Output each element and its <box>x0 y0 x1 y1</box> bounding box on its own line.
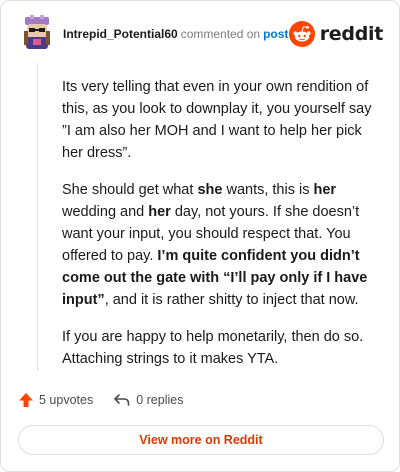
reply-count: 0 replies <box>136 393 184 407</box>
reply-arrow-icon <box>114 394 130 406</box>
comment-paragraph-2: She should get what she wants, this is h… <box>62 179 372 311</box>
post-link[interactable]: post <box>263 27 288 41</box>
reddit-alien-icon <box>288 21 315 47</box>
upvote-button[interactable]: 5 upvotes <box>18 392 93 408</box>
comment-paragraph-1: Its very telling that even in your own r… <box>62 79 372 161</box>
comment-paragraph-3: If you are happy to help monetarily, the… <box>62 329 364 367</box>
reddit-wordmark: reddit <box>319 23 384 45</box>
comment-header: Intrepid_Potential60 commented on post red… <box>21 15 383 55</box>
view-more-button[interactable]: View more on Reddit <box>18 425 384 455</box>
comment-byline: Intrepid_Potential60 commented on post <box>63 27 288 41</box>
comment-emphasis: her <box>148 204 171 220</box>
commented-on-label: commented on <box>180 27 261 41</box>
comment-body: Its very telling that even in your own r… <box>62 76 372 385</box>
thread-line <box>37 63 38 371</box>
reply-button[interactable]: 0 replies <box>113 392 183 408</box>
upvote-count: 5 upvotes <box>39 393 94 407</box>
reddit-logo[interactable]: reddit <box>288 21 384 47</box>
comment-actions: 5 upvotes 0 replies <box>18 389 183 411</box>
user-avatar[interactable] <box>21 15 53 51</box>
arrow-up-icon <box>19 393 33 407</box>
comment-emphasis: her <box>313 182 337 198</box>
comment-emphasis: she <box>197 182 223 198</box>
comment-text-run: , and it is rather shitty to inject that… <box>104 292 359 308</box>
comment-text-run: wants, this is <box>222 182 314 198</box>
comment-text-run: She should get what <box>62 182 198 198</box>
comment-embed-card: Intrepid_Potential60 commented on post red… <box>0 0 400 472</box>
username-link[interactable]: Intrepid_Potential60 <box>63 27 178 41</box>
comment-text-run: wedding and <box>62 204 149 220</box>
